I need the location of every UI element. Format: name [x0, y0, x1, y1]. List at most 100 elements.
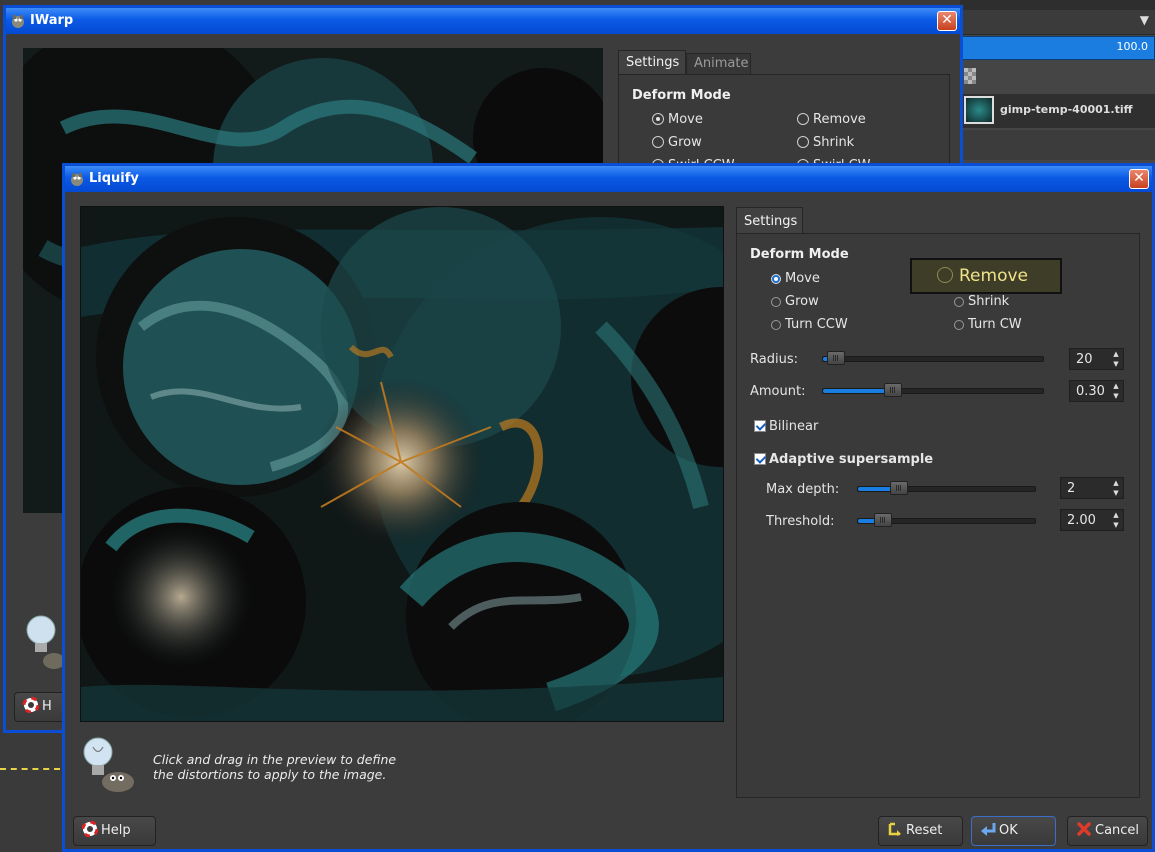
threshold-spinbutton[interactable]: 2.00 ▲ ▼ — [1060, 509, 1124, 531]
reset-arrow-icon — [888, 822, 901, 836]
radio-label: Turn CW — [968, 317, 1022, 332]
liquify-preview[interactable] — [80, 206, 724, 722]
slider-handle[interactable] — [874, 513, 892, 527]
radio-label: Shrink — [813, 135, 855, 150]
slider-fill — [823, 389, 893, 393]
button-label: Cancel — [1095, 823, 1140, 838]
radio-label: Shrink — [968, 294, 1010, 309]
layer-name: gimp-temp-40001.tiff — [1000, 103, 1133, 116]
liquify-preview-image — [81, 207, 723, 721]
ok-button[interactable]: OK — [971, 816, 1056, 846]
amount-slider[interactable] — [822, 383, 1044, 397]
iwarp-radio-move[interactable]: Move — [652, 112, 703, 127]
radio-dot — [652, 113, 664, 125]
adaptive-supersample-checkbox[interactable]: Adaptive supersample — [754, 452, 933, 467]
spin-arrows-icon[interactable]: ▲ ▼ — [1111, 510, 1121, 530]
radio-label: Move — [785, 271, 820, 286]
radio-turn-cw[interactable]: Turn CW — [954, 317, 1022, 332]
spin-arrows-icon[interactable]: ▲ ▼ — [1111, 478, 1121, 498]
layer-thumbnail — [964, 96, 994, 124]
gimp-logo-icon — [71, 173, 83, 186]
liquify-settings-pane: Deform Mode Move Grow Shrink Turn CCW Tu… — [736, 233, 1140, 798]
help-label: H — [42, 699, 52, 714]
radio-move[interactable]: Move — [771, 271, 820, 286]
liquify-close-button[interactable]: ✕ — [1129, 169, 1149, 189]
threshold-label: Threshold: — [766, 514, 835, 529]
max-depth-spinbutton[interactable]: 2 ▲ ▼ — [1060, 477, 1124, 499]
ok-arrow-icon — [981, 823, 996, 836]
iwarp-radio-grow[interactable]: Grow — [652, 135, 702, 150]
radius-slider[interactable] — [822, 351, 1044, 365]
lock-alpha-icon[interactable] — [964, 68, 976, 84]
spin-arrows-icon[interactable]: ▲ ▼ — [1111, 381, 1121, 401]
iwarp-title: IWarp — [30, 13, 74, 28]
iwarp-radio-shrink[interactable]: Shrink — [797, 135, 854, 150]
checkbox-icon — [754, 420, 766, 432]
help-button[interactable]: Help — [73, 816, 156, 846]
threshold-value: 2.00 — [1067, 513, 1096, 528]
radio-remove-hover[interactable]: Remove — [910, 258, 1062, 294]
chevron-down-icon[interactable]: ▼ — [1140, 13, 1149, 27]
liquify-deform-mode-title: Deform Mode — [750, 247, 849, 262]
liquify-titlebar[interactable]: Liquify ✕ — [65, 166, 1152, 192]
layer-row[interactable]: gimp-temp-40001.tiff — [960, 94, 1155, 128]
amount-value: 0.30 — [1076, 384, 1105, 399]
selection-marching-ants — [0, 768, 60, 770]
wilber-lightbulb-icon — [83, 737, 134, 792]
cancel-button[interactable]: Cancel — [1067, 816, 1148, 846]
lifebuoy-help-icon — [82, 821, 98, 837]
reset-button[interactable]: Reset — [878, 816, 963, 846]
radio-dot — [771, 274, 781, 284]
radio-dot — [771, 320, 781, 330]
max-depth-label: Max depth: — [766, 482, 840, 497]
iwarp-radio-remove[interactable]: Remove — [797, 112, 866, 127]
slider-handle[interactable] — [884, 383, 902, 397]
radio-dot — [771, 297, 781, 307]
bilinear-checkbox[interactable]: Bilinear — [754, 419, 818, 434]
threshold-slider[interactable] — [857, 513, 1036, 527]
tab-animate[interactable]: Animate — [686, 53, 751, 74]
slider-handle[interactable] — [827, 351, 845, 365]
radio-dot — [937, 267, 953, 283]
radius-spinbutton[interactable]: 20 ▲ ▼ — [1069, 348, 1124, 370]
gimp-logo-icon — [12, 15, 24, 28]
panel-footer — [960, 130, 1155, 160]
radio-dot — [797, 136, 809, 148]
radius-label: Radius: — [750, 352, 798, 367]
radio-label: Move — [668, 112, 703, 127]
tab-settings[interactable]: Settings — [736, 207, 803, 234]
button-label: OK — [999, 823, 1018, 838]
radio-shrink[interactable]: Shrink — [954, 294, 1009, 309]
radio-label: Grow — [785, 294, 819, 309]
button-label: Reset — [906, 823, 943, 838]
spin-arrows-icon[interactable]: ▲ ▼ — [1111, 349, 1121, 369]
hint-line: Click and drag in the preview to define — [153, 752, 397, 767]
radio-label: Turn CCW — [785, 317, 848, 332]
preview-hint: Click and drag in the preview to define … — [153, 752, 396, 782]
amount-spinbutton[interactable]: 0.30 ▲ ▼ — [1069, 380, 1124, 402]
opacity-slider[interactable]: 100.0 — [960, 36, 1155, 60]
liquify-title: Liquify — [89, 171, 139, 186]
amount-label: Amount: — [750, 384, 806, 399]
radio-grow[interactable]: Grow — [771, 294, 819, 309]
tab-settings[interactable]: Settings — [618, 50, 686, 74]
mode-combo[interactable]: ▼ — [960, 10, 1155, 35]
liquify-window: Liquify ✕ Settings Deform Mode Move Grow… — [62, 163, 1155, 852]
iwarp-deform-mode-title: Deform Mode — [632, 88, 731, 103]
panel-toolbar — [960, 0, 1155, 10]
close-icon: ✕ — [941, 12, 953, 28]
radius-value: 20 — [1076, 352, 1093, 367]
iwarp-close-button[interactable]: ✕ — [937, 11, 957, 31]
radio-turn-ccw[interactable]: Turn CCW — [771, 317, 848, 332]
checkbox-label: Bilinear — [769, 419, 819, 434]
slider-handle[interactable] — [890, 481, 908, 495]
cancel-x-icon — [1077, 822, 1091, 836]
radio-label: Remove — [813, 112, 866, 127]
radio-dot — [954, 320, 964, 330]
opacity-value: 100.0 — [1116, 40, 1149, 53]
iwarp-titlebar[interactable]: IWarp ✕ — [6, 8, 960, 34]
radio-label: Grow — [668, 135, 702, 150]
max-depth-slider[interactable] — [857, 481, 1036, 495]
radio-dot — [652, 136, 664, 148]
max-depth-value: 2 — [1067, 481, 1076, 496]
